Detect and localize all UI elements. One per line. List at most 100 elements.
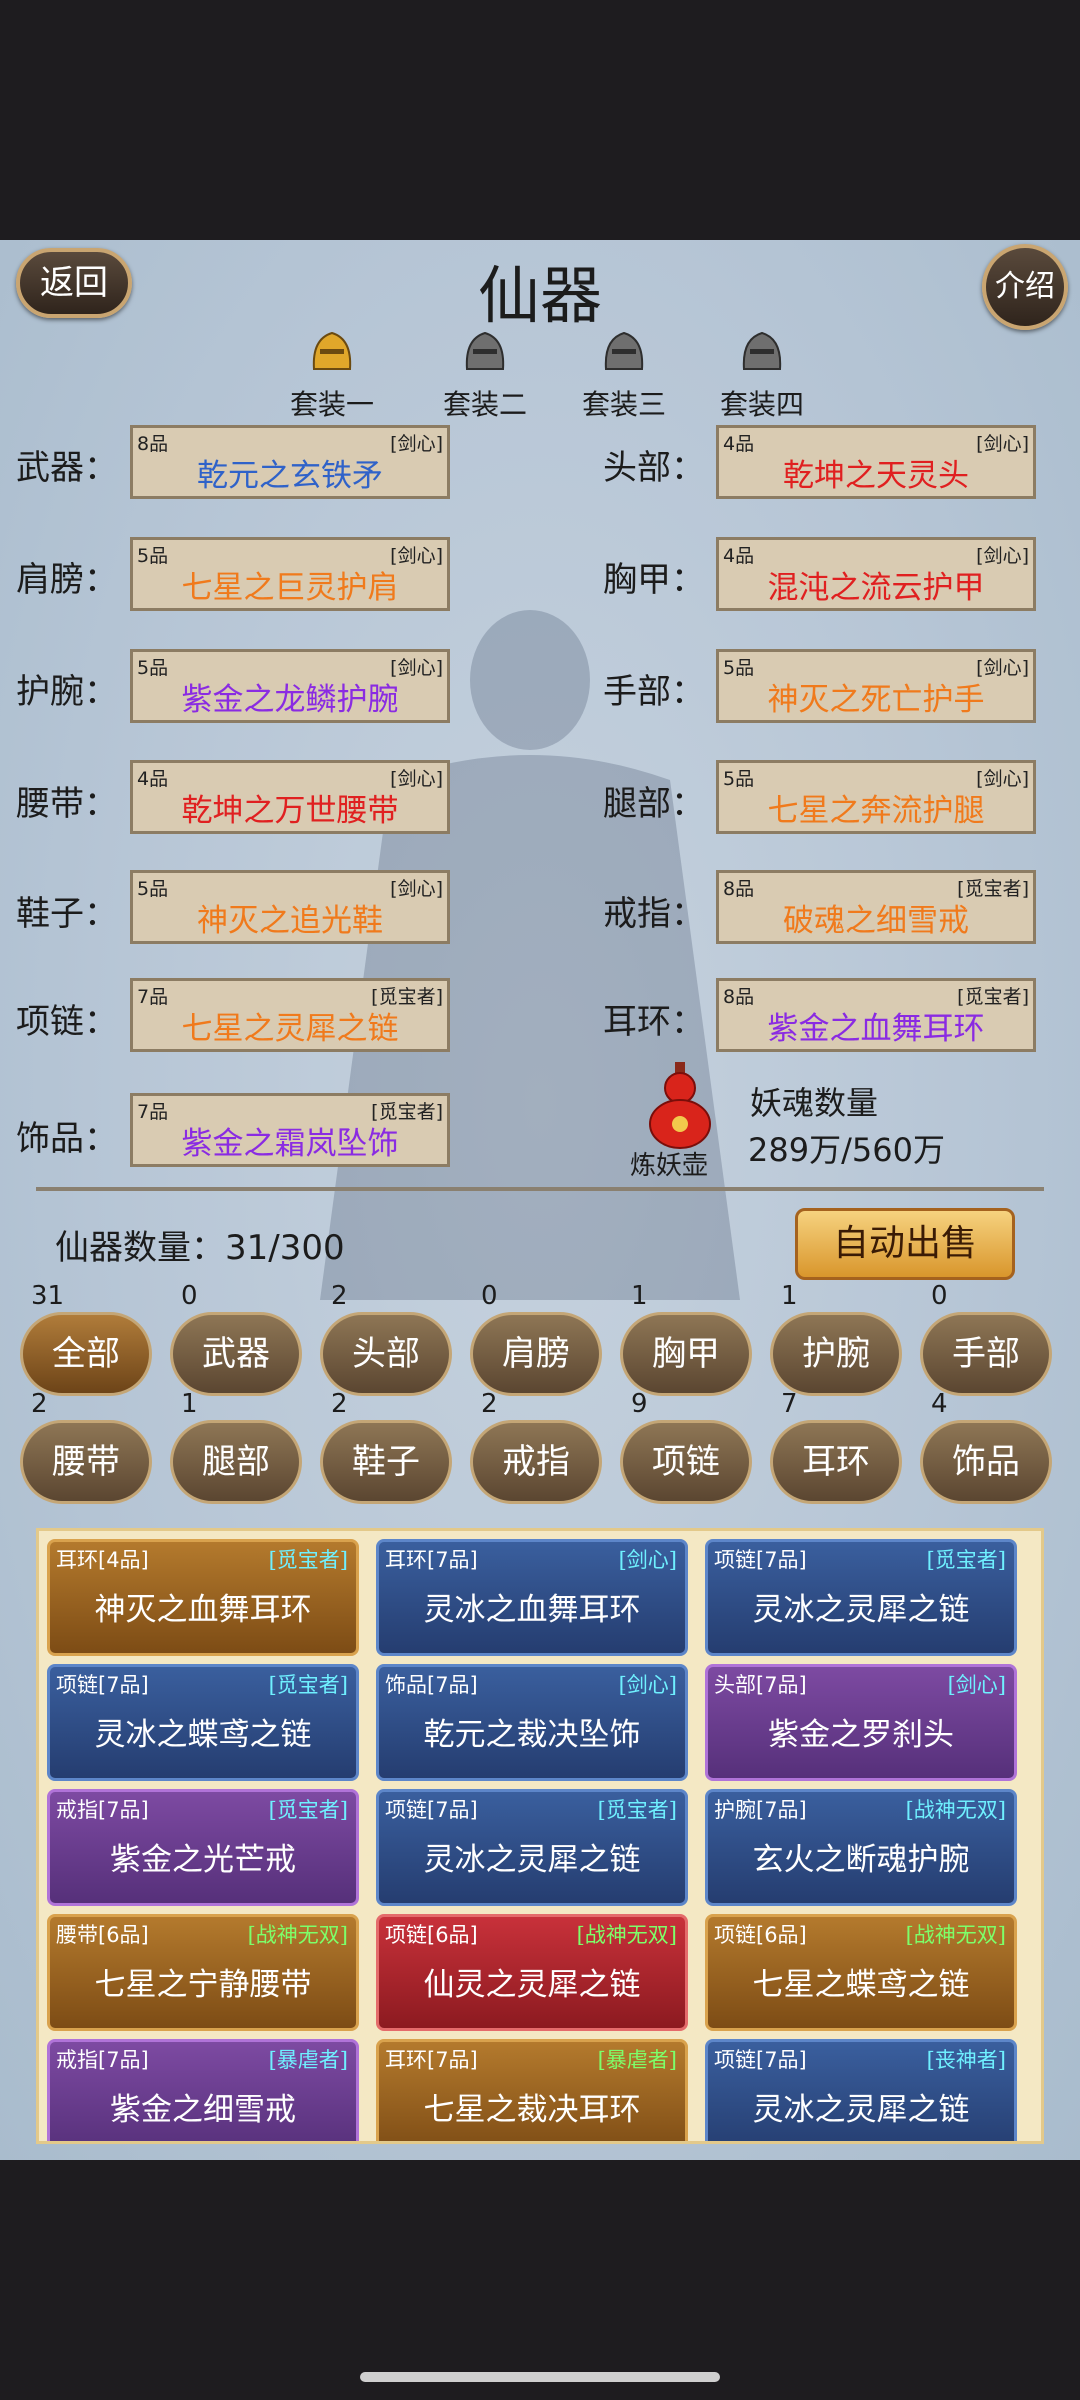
category-earring[interactable]: 7 耳环 (770, 1389, 902, 1504)
helmet-gold-icon (312, 331, 352, 370)
category-necklace[interactable]: 9 项链 (620, 1389, 752, 1504)
item-card[interactable]: 项链[7品] [觅宝者] 灵冰之灵犀之链 (376, 1789, 688, 1906)
slot-label-head: 头部： (603, 448, 705, 488)
category-label: 腿部 (202, 1442, 270, 1482)
soul-value: 289万/560万 (748, 1131, 945, 1169)
auto-sell-button[interactable]: 自动出售 (795, 1208, 1015, 1280)
item-type: 项链[7品] (56, 1673, 149, 1697)
item-name: 紫金之罗刹头 (768, 1717, 954, 1753)
item-type: 戒指[7品] (56, 2048, 149, 2072)
item-card[interactable]: 耳环[7品] [剑心] 灵冰之血舞耳环 (376, 1539, 688, 1656)
category-ornament[interactable]: 4 饰品 (920, 1389, 1052, 1504)
slot-chest[interactable]: 4品 [剑心] 混沌之流云护甲 (716, 537, 1036, 611)
category-head[interactable]: 2 头部 (320, 1281, 452, 1396)
category-all[interactable]: 31 全部 (20, 1281, 152, 1396)
item-tag: [暴虐者] (268, 2048, 348, 2072)
item-card[interactable]: 护腕[7品] [战神无双] 玄火之断魂护腕 (705, 1789, 1017, 1906)
slot-label-wrist: 护腕： (16, 672, 118, 712)
item-tag: [丧神者] (926, 2048, 1006, 2072)
item-name: 乾坤之万世腰带 (181, 793, 399, 829)
item-card[interactable]: 项链[7品] [觅宝者] 灵冰之灵犀之链 (705, 1539, 1017, 1656)
category-shoes[interactable]: 2 鞋子 (320, 1389, 452, 1504)
item-card[interactable]: 饰品[7品] [剑心] 乾元之裁决坠饰 (376, 1664, 688, 1781)
item-name: 灵冰之蝶鸢之链 (94, 1717, 312, 1753)
category-label: 武器 (202, 1334, 270, 1374)
slot-label-earring: 耳环： (603, 1002, 705, 1042)
item-type: 项链[7品] (385, 1798, 478, 1822)
item-name: 破魂之细雪戒 (783, 903, 969, 939)
category-label: 腰带 (52, 1442, 120, 1482)
slot-label-ornament: 饰品： (16, 1119, 118, 1159)
category-weapon[interactable]: 0 武器 (170, 1281, 302, 1396)
category-count: 2 (481, 1389, 498, 1419)
slot-ornament[interactable]: 7品 [觅宝者] 紫金之霜岚坠饰 (130, 1093, 450, 1167)
slot-ring[interactable]: 8品 [觅宝者] 破魂之细雪戒 (716, 870, 1036, 944)
slot-head[interactable]: 4品 [剑心] 乾坤之天灵头 (716, 425, 1036, 499)
suit-tab-1[interactable]: 套装一 (287, 325, 377, 423)
item-name: 七星之奔流护腿 (767, 793, 985, 829)
item-card[interactable]: 项链[7品] [丧神者] 灵冰之灵犀之链 (705, 2039, 1017, 2141)
category-ring[interactable]: 2 戒指 (470, 1389, 602, 1504)
suit-tab-2[interactable]: 套装二 (440, 325, 530, 423)
item-list-panel[interactable]: 耳环[4品] [觅宝者] 神灭之血舞耳环 耳环[7品] [剑心] 灵冰之血舞耳环 项链[… (36, 1528, 1044, 2144)
category-count: 9 (631, 1389, 648, 1419)
item-name: 混沌之流云护甲 (767, 570, 985, 606)
suit-label: 套装三 (581, 388, 666, 421)
item-name: 七星之灵犀之链 (181, 1011, 399, 1047)
item-type: 耳环[4品] (56, 1548, 149, 1572)
item-card[interactable]: 耳环[7品] [暴虐者] 七星之裁决耳环 (376, 2039, 688, 2141)
item-name: 紫金之光芒戒 (110, 1842, 296, 1878)
item-card[interactable]: 戒指[7品] [觅宝者] 紫金之光芒戒 (47, 1789, 359, 1906)
category-belt[interactable]: 2 腰带 (20, 1389, 152, 1504)
slot-shoulder[interactable]: 5品 [剑心] 七星之巨灵护肩 (130, 537, 450, 611)
slot-shoes[interactable]: 5品 [剑心] 神灭之追光鞋 (130, 870, 450, 944)
item-tag: [剑心] (618, 1548, 677, 1572)
item-type: 戒指[7品] (56, 1798, 149, 1822)
category-count: 0 (481, 1281, 498, 1311)
gourd-icon[interactable] (645, 1060, 715, 1150)
suit-tab-4[interactable]: 套装四 (717, 325, 807, 423)
item-card[interactable]: 项链[7品] [觅宝者] 灵冰之蝶鸢之链 (47, 1664, 359, 1781)
item-tag: [战神无双] (905, 1798, 1006, 1822)
slot-belt[interactable]: 4品 [剑心] 乾坤之万世腰带 (130, 760, 450, 834)
item-type: 腰带[6品] (56, 1923, 149, 1947)
item-name: 紫金之血舞耳环 (767, 1011, 985, 1047)
slot-necklace[interactable]: 7品 [觅宝者] 七星之灵犀之链 (130, 978, 450, 1052)
item-tag: [剑心] (947, 1673, 1006, 1697)
intro-button[interactable]: 介绍 (982, 244, 1068, 330)
suit-tab-3[interactable]: 套装三 (579, 325, 669, 423)
slot-hand[interactable]: 5品 [剑心] 神灭之死亡护手 (716, 649, 1036, 723)
category-wrist[interactable]: 1 护腕 (770, 1281, 902, 1396)
slot-weapon[interactable]: 8品 [剑心] 乾元之玄铁矛 (130, 425, 450, 499)
item-card[interactable]: 项链[6品] [战神无双] 七星之蝶鸢之链 (705, 1914, 1017, 2031)
item-card[interactable]: 戒指[7品] [暴虐者] 紫金之细雪戒 (47, 2039, 359, 2141)
category-chest[interactable]: 1 胸甲 (620, 1281, 752, 1396)
category-leg[interactable]: 1 腿部 (170, 1389, 302, 1504)
slot-wrist[interactable]: 5品 [剑心] 紫金之龙鳞护腕 (130, 649, 450, 723)
slot-leg[interactable]: 5品 [剑心] 七星之奔流护腿 (716, 760, 1036, 834)
category-shoulder[interactable]: 0 肩膀 (470, 1281, 602, 1396)
category-label: 胸甲 (652, 1334, 720, 1374)
category-hand[interactable]: 0 手部 (920, 1281, 1052, 1396)
item-name: 神灭之死亡护手 (767, 682, 985, 718)
category-count: 2 (31, 1389, 48, 1419)
category-label: 项链 (652, 1442, 720, 1482)
item-name: 玄火之断魂护腕 (752, 1842, 970, 1878)
game-screen: 返回 仙器 介绍 套装一 套装二 套装三 套装四 武器： 8品 [剑心] 乾元之… (0, 240, 1080, 2160)
category-count: 31 (31, 1281, 65, 1311)
category-label: 戒指 (502, 1442, 570, 1482)
slot-label-shoulder: 肩膀： (16, 560, 118, 600)
item-card[interactable]: 腰带[6品] [战神无双] 七星之宁静腰带 (47, 1914, 359, 2031)
home-indicator[interactable] (360, 2372, 720, 2382)
page-title: 仙器 (477, 259, 602, 332)
item-type: 耳环[7品] (385, 1548, 478, 1572)
item-card[interactable]: 耳环[4品] [觅宝者] 神灭之血舞耳环 (47, 1539, 359, 1656)
item-count: 仙器数量：31/300 (55, 1228, 345, 1268)
item-card[interactable]: 项链[6品] [战神无双] 仙灵之灵犀之链 (376, 1914, 688, 2031)
item-name: 七星之巨灵护肩 (181, 570, 399, 606)
item-tag: [觅宝者] (268, 1798, 348, 1822)
category-count: 1 (181, 1389, 198, 1419)
item-card[interactable]: 头部[7品] [剑心] 紫金之罗刹头 (705, 1664, 1017, 1781)
item-type: 项链[7品] (714, 2048, 807, 2072)
slot-earring[interactable]: 8品 [觅宝者] 紫金之血舞耳环 (716, 978, 1036, 1052)
